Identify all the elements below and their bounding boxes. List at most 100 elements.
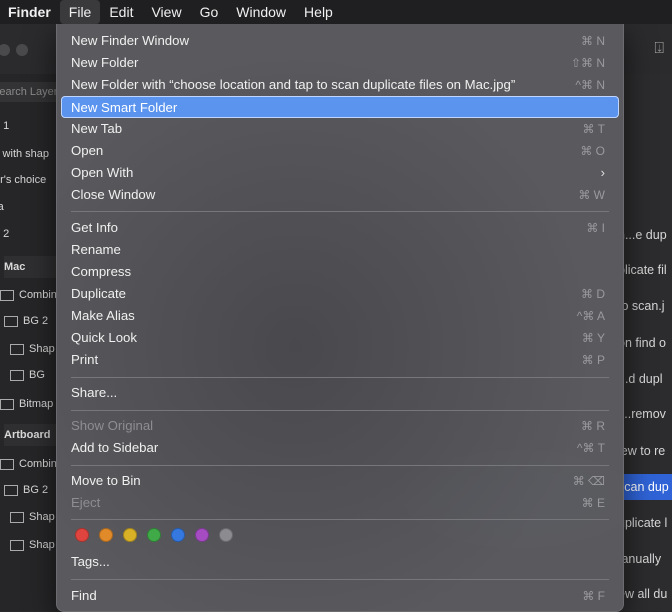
- right-list-item[interactable]: .anually: [622, 546, 672, 572]
- layer-item[interactable]: BG 2: [4, 310, 48, 332]
- menu-item-label: Open With: [71, 165, 134, 180]
- tag-red-dot[interactable]: [75, 528, 89, 542]
- menu-item-label: Find: [71, 588, 97, 603]
- tag-blue-dot[interactable]: [171, 528, 185, 542]
- window-minimize-icon[interactable]: [16, 44, 28, 56]
- menu-separator: [71, 211, 609, 212]
- share-icon[interactable]: ⍗: [654, 40, 664, 58]
- tag-purple-dot[interactable]: [195, 528, 209, 542]
- menu-item-label: Share...: [71, 385, 118, 400]
- menubar-view[interactable]: View: [142, 0, 190, 24]
- menu-item-share[interactable]: Share...: [61, 382, 619, 404]
- menu-item-tags[interactable]: Tags...: [61, 551, 619, 573]
- menu-item-show-original: Show Original ⌘ R: [61, 415, 619, 437]
- layer-item[interactable]: c with shap: [0, 143, 49, 165]
- menu-item-shortcut: ⇧⌘ N: [570, 56, 605, 70]
- layer-item[interactable]: BG: [10, 364, 45, 386]
- menu-separator: [71, 519, 609, 520]
- right-list-item[interactable]: plicate fil: [622, 257, 672, 283]
- menu-item-new-folder[interactable]: New Folder ⇧⌘ N: [61, 52, 619, 74]
- right-list-item[interactable]: scan dup: [622, 474, 672, 500]
- menubar-go[interactable]: Go: [191, 0, 228, 24]
- layer-label: Artboard: [4, 429, 51, 441]
- menu-item-shortcut: ⌘ Y: [581, 331, 605, 345]
- layer-item[interactable]: e 2: [0, 223, 9, 245]
- menu-item-label: Print: [71, 352, 99, 367]
- layer-item[interactable]: Shap: [10, 534, 55, 556]
- layer-label: BG 2: [23, 484, 49, 496]
- tag-color-row: [75, 528, 233, 544]
- layer-icon: [4, 484, 18, 496]
- menu-item-label: Open: [71, 143, 104, 158]
- menu-item-compress[interactable]: Compress: [61, 261, 619, 283]
- right-list-item[interactable]: i...remov: [622, 401, 672, 427]
- right-list-item[interactable]: ew all du: [622, 581, 672, 607]
- layer-group[interactable]: Mac: [4, 256, 58, 278]
- menu-item-label: New Folder with “choose location and tap…: [71, 77, 516, 92]
- layer-item[interactable]: or's choice: [0, 169, 46, 191]
- menu-item-quick-look[interactable]: Quick Look ⌘ Y: [61, 327, 619, 349]
- menu-item-label: Show Original: [71, 418, 154, 433]
- layer-item[interactable]: Combine: [0, 453, 58, 475]
- right-list-item[interactable]: ...d dupl: [622, 366, 672, 392]
- menu-separator: [71, 579, 609, 580]
- menu-item-new-finder-window[interactable]: New Finder Window ⌘ N: [61, 30, 619, 52]
- tag-orange-dot[interactable]: [99, 528, 113, 542]
- menu-item-label: Add to Sidebar: [71, 440, 159, 455]
- menu-item-shortcut: ⌘ W: [578, 188, 605, 202]
- menu-item-new-smart-folder[interactable]: New Smart Folder: [61, 96, 619, 118]
- menu-separator: [71, 377, 609, 378]
- layer-group[interactable]: Artboard: [4, 424, 58, 446]
- layer-item[interactable]: ra: [0, 196, 4, 218]
- menu-item-shortcut: ⌘ R: [581, 419, 605, 433]
- layer-item[interactable]: e 1: [0, 115, 9, 137]
- layer-item[interactable]: Shap: [10, 506, 55, 528]
- menu-item-open[interactable]: Open ⌘ O: [61, 140, 619, 162]
- layer-item[interactable]: Bitmap: [0, 393, 53, 415]
- menu-item-rename[interactable]: Rename: [61, 239, 619, 261]
- menu-item-label: Make Alias: [71, 308, 135, 323]
- menu-item-close-window[interactable]: Close Window ⌘ W: [61, 184, 619, 206]
- layer-label: e 2: [0, 228, 10, 240]
- right-list-panel: n...e dup plicate fil to scan.j on find o..…: [622, 74, 672, 611]
- menubar-help[interactable]: Help: [295, 0, 342, 24]
- right-list-item[interactable]: to scan.j: [622, 293, 672, 319]
- menubar-finder[interactable]: Finder: [0, 0, 60, 24]
- tag-yellow-dot[interactable]: [123, 528, 137, 542]
- menu-item-find[interactable]: Find ⌘ F: [61, 585, 619, 607]
- layer-label: ra: [0, 201, 4, 213]
- layer-icon: [0, 289, 14, 301]
- menubar-file[interactable]: File: [59, 0, 101, 24]
- right-list-item[interactable]: iew to re: [622, 438, 672, 464]
- menu-item-shortcut: ⌘ ⌫: [572, 474, 605, 488]
- menu-item-label: New Tab: [71, 121, 123, 136]
- tag-gray-dot[interactable]: [219, 528, 233, 542]
- menu-item-label: Compress: [71, 264, 132, 279]
- right-list-item[interactable]: n...e dup: [622, 222, 672, 248]
- window-close-icon[interactable]: [0, 44, 10, 56]
- menubar-window[interactable]: Window: [227, 0, 295, 24]
- menu-item-open-with[interactable]: Open With ›: [61, 162, 619, 184]
- menu-item-get-info[interactable]: Get Info ⌘ I: [61, 217, 619, 239]
- layer-search-input[interactable]: Search Layers: [0, 82, 58, 102]
- menu-item-new-folder-with-selection[interactable]: New Folder with “choose location and tap…: [61, 74, 619, 96]
- right-list-item[interactable]: on find o: [622, 330, 672, 356]
- menu-item-print[interactable]: Print ⌘ P: [61, 349, 619, 371]
- chevron-right-icon: ›: [600, 165, 605, 180]
- right-list-item[interactable]: uplicate l: [622, 510, 672, 536]
- menubar-edit[interactable]: Edit: [100, 0, 142, 24]
- layer-label: Shap: [29, 539, 55, 551]
- menu-item-make-alias[interactable]: Make Alias ^⌘ A: [61, 305, 619, 327]
- layer-item[interactable]: BG 2: [4, 479, 48, 501]
- menu-item-add-to-sidebar[interactable]: Add to Sidebar ^⌘ T: [61, 437, 619, 459]
- layer-item[interactable]: Shap: [10, 338, 55, 360]
- menu-item-move-to-bin[interactable]: Move to Bin ⌘ ⌫: [61, 470, 619, 492]
- layer-label: Bitmap: [19, 398, 54, 410]
- menu-item-label: Duplicate: [71, 286, 126, 301]
- tag-green-dot[interactable]: [147, 528, 161, 542]
- menu-item-label: Get Info: [71, 220, 118, 235]
- menu-item-new-tab[interactable]: New Tab ⌘ T: [61, 118, 619, 140]
- layer-item[interactable]: Combine: [0, 284, 58, 306]
- menu-item-label: New Folder: [71, 55, 139, 70]
- menu-item-duplicate[interactable]: Duplicate ⌘ D: [61, 283, 619, 305]
